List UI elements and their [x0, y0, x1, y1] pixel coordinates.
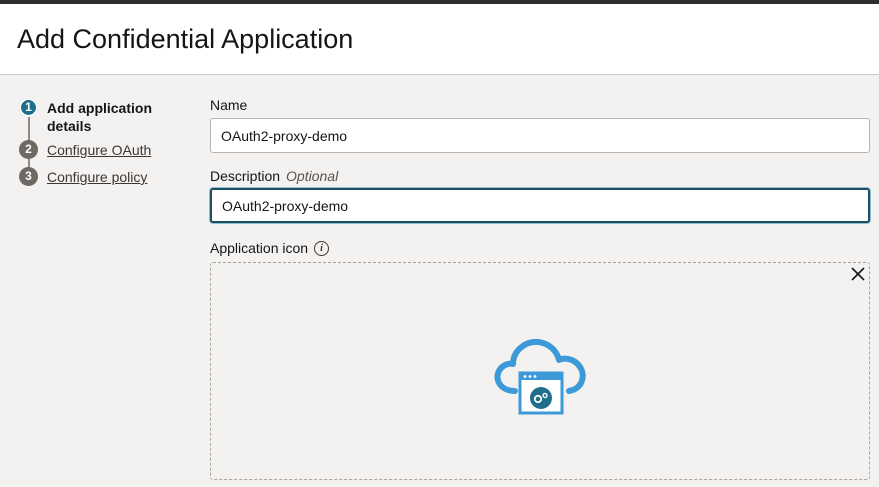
step-number: 2: [19, 140, 38, 159]
step-link[interactable]: Configure OAuth: [47, 142, 151, 158]
description-label: Description Optional: [210, 168, 338, 184]
name-label: Name: [210, 97, 248, 113]
step-number: 3: [19, 167, 38, 186]
close-icon[interactable]: [850, 266, 866, 282]
description-input[interactable]: [210, 188, 870, 223]
application-icon-label: Application icon: [210, 240, 309, 256]
step-number: 1: [19, 98, 38, 117]
description-label-text: Description: [210, 168, 281, 184]
application-icon-dropzone[interactable]: [210, 262, 870, 480]
step-label: Add application details: [47, 100, 152, 134]
step-link[interactable]: Configure policy: [47, 169, 147, 185]
name-input[interactable]: [210, 118, 870, 153]
cloud-application-icon: [494, 338, 586, 415]
optional-tag: Optional: [286, 168, 339, 184]
page-header: Add Confidential Application: [0, 4, 879, 75]
info-icon[interactable]: i: [314, 241, 329, 256]
step-navigation: 1 Add application details 2 Configure OA…: [0, 75, 200, 487]
page-title: Add Confidential Application: [17, 24, 354, 54]
